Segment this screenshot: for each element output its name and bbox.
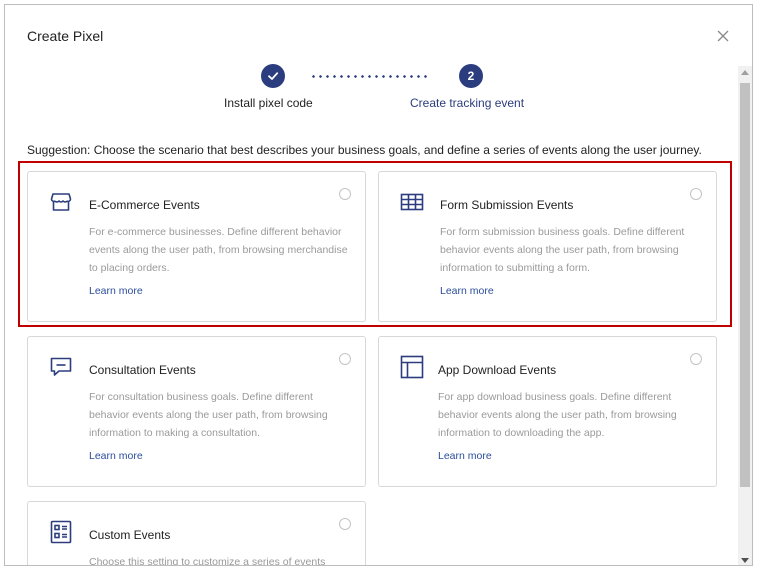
create-pixel-dialog: Create Pixel 2 Install pixel code Create… — [4, 4, 753, 566]
list-settings-icon — [49, 520, 73, 544]
step-number-badge: 2 — [459, 64, 483, 88]
card-ecommerce-events[interactable]: E-Commerce Events For e-commerce busines… — [27, 171, 366, 322]
card-title: Form Submission Events — [440, 198, 574, 212]
card-description: For e-commerce businesses. Define differ… — [89, 226, 348, 274]
radio-button[interactable] — [690, 353, 702, 365]
card-title: Consultation Events — [89, 363, 196, 377]
learn-more-link[interactable]: Learn more — [89, 285, 143, 297]
radio-button[interactable] — [339, 188, 351, 200]
card-app-download-events[interactable]: App Download Events For app download bus… — [378, 336, 717, 487]
step-completed-check-icon — [261, 64, 285, 88]
card-description: For consultation business goals. Define … — [89, 391, 328, 439]
card-consultation-events[interactable]: Consultation Events For consultation bus… — [27, 336, 366, 487]
card-custom-events[interactable]: Custom Events Choose this setting to cus… — [27, 501, 366, 566]
scroll-up-arrow-icon[interactable] — [741, 70, 749, 75]
radio-button[interactable] — [690, 188, 702, 200]
suggestion-text: Suggestion: Choose the scenario that bes… — [27, 143, 702, 157]
card-description: For form submission business goals. Defi… — [440, 226, 685, 274]
step2-label: Create tracking event — [410, 96, 525, 110]
dialog-title: Create Pixel — [27, 28, 104, 44]
card-description: Choose this setting to customize a serie… — [89, 556, 326, 566]
learn-more-link[interactable]: Learn more — [438, 450, 492, 462]
card-title: Custom Events — [89, 528, 171, 542]
vertical-scrollbar[interactable] — [738, 66, 752, 565]
step-connector — [310, 75, 430, 78]
radio-button[interactable] — [339, 518, 351, 530]
form-table-icon — [400, 190, 424, 214]
card-title: E-Commerce Events — [89, 198, 200, 212]
close-icon[interactable] — [716, 29, 730, 43]
card-title: App Download Events — [438, 363, 557, 377]
learn-more-link[interactable]: Learn more — [89, 450, 143, 462]
storefront-icon — [49, 190, 73, 214]
scrollbar-thumb[interactable] — [740, 83, 750, 487]
chat-bubble-icon — [49, 355, 73, 379]
card-form-submission-events[interactable]: Form Submission Events For form submissi… — [378, 171, 717, 322]
step1-label: Install pixel code — [224, 96, 313, 110]
scroll-down-arrow-icon[interactable] — [741, 558, 749, 563]
learn-more-link[interactable]: Learn more — [440, 285, 494, 297]
app-window-icon — [400, 355, 424, 379]
radio-button[interactable] — [339, 353, 351, 365]
card-description: For app download business goals. Define … — [438, 391, 677, 439]
